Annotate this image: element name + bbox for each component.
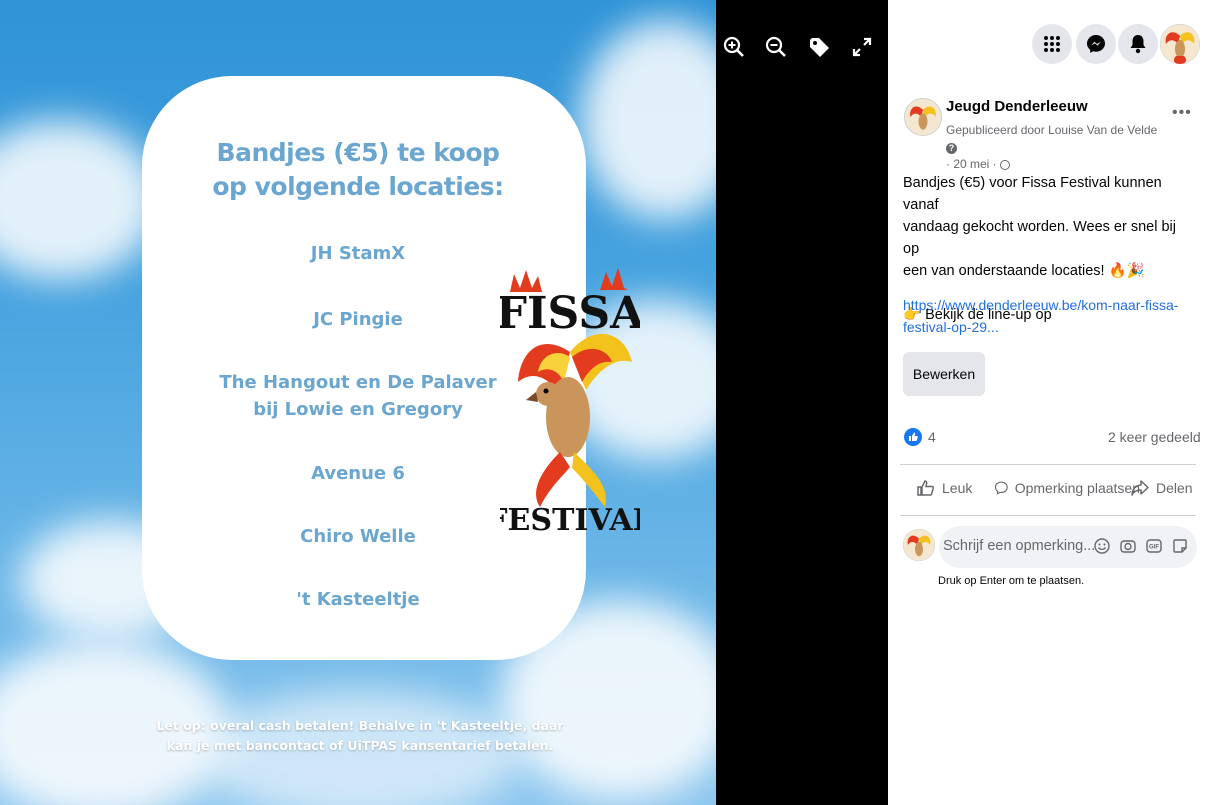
notifications-button[interactable] (1118, 24, 1158, 64)
fullscreen-icon[interactable] (849, 34, 875, 60)
published-by: Gepubliceerd door Louise Van de Velde (946, 123, 1158, 137)
share-icon (1131, 480, 1149, 496)
tag-icon[interactable] (806, 34, 832, 60)
footnote-line: kan je met bancontact of UiTPAS kansenta… (166, 738, 554, 753)
card-title-line: op volgende locaties: (212, 172, 504, 201)
bell-icon (1130, 35, 1146, 54)
grid-icon (1044, 36, 1060, 52)
location-item: The Hangout en De Palaver (219, 372, 497, 393)
post-photo: Bandjes (€5) te koop op volgende locatie… (0, 0, 716, 805)
info-icon[interactable]: ? (946, 143, 957, 154)
phoenix-avatar-icon (905, 99, 941, 135)
page-name[interactable]: Jeugd Denderleeuw (946, 98, 1088, 115)
zoom-out-icon[interactable] (763, 34, 789, 60)
post-text-line: een van onderstaande locaties! 🔥🎉 (903, 263, 1145, 279)
share-label: Delen (1156, 480, 1193, 496)
location-item: JH StamX (310, 243, 406, 264)
like-label: Leuk (942, 480, 973, 496)
emoji-icon[interactable] (1093, 537, 1111, 555)
location-item: 't Kasteeltje (296, 589, 420, 610)
post-text-line: vandaag gekocht worden. Wees er snel bij… (903, 219, 1176, 257)
phoenix-avatar-icon (903, 529, 935, 561)
comment-placeholder: Schrijf een opmerking... (943, 538, 1096, 554)
messenger-icon (1087, 35, 1105, 53)
sticker-icon[interactable] (1171, 537, 1189, 555)
location-item: JC Pingie (313, 309, 403, 330)
like-button[interactable]: Leuk (916, 478, 972, 498)
location-item: Chiro Welle (300, 526, 416, 547)
messenger-button[interactable] (1076, 24, 1116, 64)
zoom-in-icon[interactable] (721, 34, 747, 60)
location-item: bij Lowie en Gregory (253, 399, 463, 420)
logo-top-text: FISSA (500, 288, 640, 339)
location-item: Avenue 6 (311, 463, 405, 484)
globe-icon (1000, 159, 1011, 170)
share-count[interactable]: 2 keer gedeeld (1108, 429, 1201, 445)
page-avatar[interactable] (904, 98, 942, 136)
post-date[interactable]: · 20 mei · (946, 157, 997, 171)
lineup-link[interactable]: https://www.denderleeuw.be/kom-naar-fiss… (903, 294, 1193, 338)
menu-grid-button[interactable] (1032, 24, 1072, 64)
svg-text:GIF: GIF (1149, 545, 1159, 551)
divider (900, 515, 1196, 516)
footnote-line: Let op: overal cash betalen! Behalve in … (156, 718, 564, 733)
more-options-icon[interactable]: ••• (1172, 104, 1192, 122)
phoenix-avatar-icon (1160, 24, 1200, 64)
divider (900, 464, 1196, 465)
card-title: Bandjes (€5) te koop op volgende locatie… (0, 136, 716, 204)
camera-icon[interactable] (1119, 537, 1137, 555)
edit-button[interactable]: Bewerken (903, 352, 985, 396)
like-count[interactable]: 4 (928, 429, 936, 445)
comment-input[interactable]: Schrijf een opmerking... GIF (939, 526, 1197, 568)
payment-footnote: Let op: overal cash betalen! Behalve in … (150, 716, 570, 756)
fissa-festival-logo: FISSA FESTIVAL (500, 268, 640, 538)
gif-icon[interactable]: GIF (1145, 537, 1163, 555)
commenter-avatar[interactable] (903, 529, 935, 561)
thumbs-up-icon (917, 480, 935, 496)
post-meta: Gepubliceerd door Louise Van de Velde ? … (946, 122, 1166, 173)
enter-hint: Druk op Enter om te plaatsen. (938, 575, 1085, 587)
account-avatar[interactable] (1160, 24, 1200, 64)
share-button[interactable]: Delen (1130, 478, 1193, 498)
like-reaction-icon[interactable] (904, 428, 922, 446)
card-title-line: Bandjes (€5) te koop (216, 138, 500, 167)
post-text-line: Bandjes (€5) voor Fissa Festival kunnen … (903, 175, 1162, 213)
comment-label: Opmerking plaatsen (1014, 480, 1140, 496)
viewer-backdrop (716, 0, 888, 805)
comment-button[interactable]: Opmerking plaatsen (994, 478, 1140, 498)
logo-bottom-text: FESTIVAL (500, 503, 640, 538)
comment-icon (994, 481, 1008, 495)
